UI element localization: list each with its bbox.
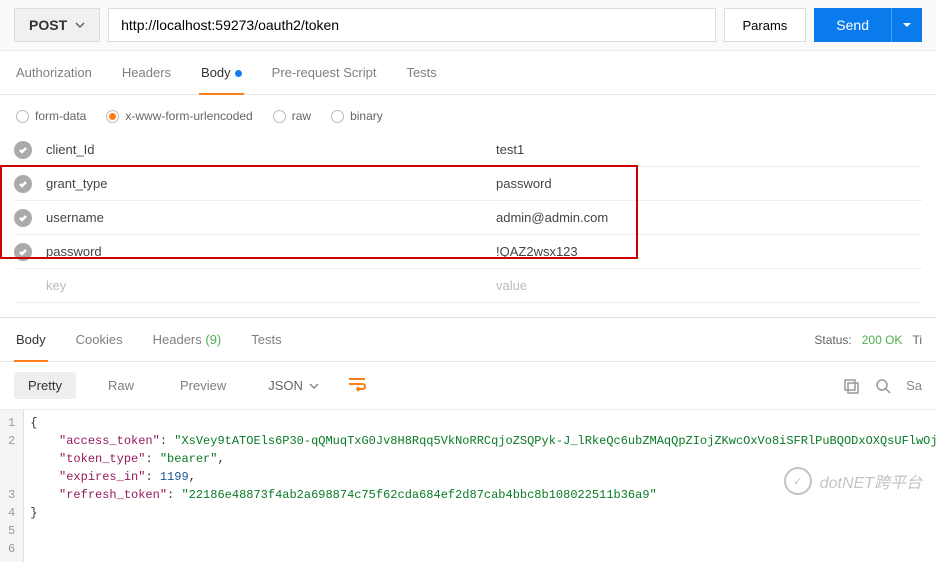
param-key[interactable]: client_Id bbox=[46, 140, 496, 159]
radio-raw[interactable]: raw bbox=[273, 109, 311, 123]
param-value[interactable]: test1 bbox=[496, 140, 922, 159]
table-row[interactable]: username admin@admin.com bbox=[14, 201, 922, 235]
param-value[interactable]: password bbox=[496, 174, 922, 193]
radio-form-data[interactable]: form-data bbox=[16, 109, 86, 123]
wrap-toggle[interactable] bbox=[347, 376, 367, 395]
param-key[interactable]: grant_type bbox=[46, 174, 496, 193]
params-button[interactable]: Params bbox=[724, 8, 807, 42]
copy-icon[interactable] bbox=[842, 377, 860, 395]
view-raw[interactable]: Raw bbox=[94, 372, 148, 399]
lang-select[interactable]: JSON bbox=[258, 372, 329, 399]
chevron-down-icon bbox=[75, 20, 85, 30]
method-select[interactable]: POST bbox=[14, 8, 100, 42]
method-label: POST bbox=[29, 17, 67, 33]
wechat-icon: ✓ bbox=[784, 467, 812, 495]
search-icon[interactable] bbox=[874, 377, 892, 395]
save-label[interactable]: Sa bbox=[906, 378, 922, 393]
params-table: client_Id test1 grant_type password user… bbox=[0, 133, 936, 303]
watermark: ✓ dotNET跨平台 bbox=[784, 467, 922, 495]
check-icon[interactable] bbox=[14, 175, 32, 193]
status-label: Status: bbox=[814, 333, 851, 347]
tab-headers[interactable]: Headers bbox=[120, 51, 173, 94]
response-tabs: Body Cookies Headers (9) Tests bbox=[14, 318, 814, 361]
resp-tab-cookies[interactable]: Cookies bbox=[74, 318, 125, 361]
param-key[interactable]: username bbox=[46, 208, 496, 227]
table-row[interactable]: grant_type password bbox=[14, 167, 922, 201]
radio-binary[interactable]: binary bbox=[331, 109, 383, 123]
request-tabs: Authorization Headers Body Pre-request S… bbox=[0, 51, 936, 95]
line-gutter: 123456 bbox=[0, 410, 24, 562]
param-value[interactable]: !QAZ2wsx123 bbox=[496, 242, 922, 261]
radio-urlencoded[interactable]: x-www-form-urlencoded bbox=[106, 109, 252, 123]
chevron-down-icon bbox=[902, 20, 912, 30]
tab-body[interactable]: Body bbox=[199, 51, 244, 94]
time-label: Ti bbox=[912, 333, 922, 347]
check-icon[interactable] bbox=[14, 209, 32, 227]
param-key-placeholder[interactable]: key bbox=[46, 276, 496, 295]
body-type-radios: form-data x-www-form-urlencoded raw bina… bbox=[0, 95, 936, 133]
status-code: 200 OK bbox=[862, 333, 903, 347]
resp-tab-headers[interactable]: Headers (9) bbox=[151, 318, 224, 361]
unsaved-dot-icon bbox=[235, 70, 242, 77]
param-value[interactable]: admin@admin.com bbox=[496, 208, 922, 227]
resp-tab-body[interactable]: Body bbox=[14, 318, 48, 361]
table-row-new[interactable]: key value bbox=[14, 269, 922, 303]
check-icon[interactable] bbox=[14, 141, 32, 159]
param-key[interactable]: password bbox=[46, 242, 496, 261]
view-preview[interactable]: Preview bbox=[166, 372, 240, 399]
status-area: Status: 200 OK Ti bbox=[814, 333, 922, 347]
send-dropdown-button[interactable] bbox=[891, 8, 922, 42]
resp-tab-tests[interactable]: Tests bbox=[249, 318, 283, 361]
check-icon[interactable] bbox=[14, 243, 32, 261]
table-row[interactable]: password !QAZ2wsx123 bbox=[14, 235, 922, 269]
url-input[interactable] bbox=[108, 8, 715, 42]
tab-authorization[interactable]: Authorization bbox=[14, 51, 94, 94]
view-pretty[interactable]: Pretty bbox=[14, 372, 76, 399]
tab-tests[interactable]: Tests bbox=[404, 51, 438, 94]
param-value-placeholder[interactable]: value bbox=[496, 276, 922, 295]
send-button[interactable]: Send bbox=[814, 8, 891, 42]
table-row[interactable]: client_Id test1 bbox=[14, 133, 922, 167]
chevron-down-icon bbox=[309, 381, 319, 391]
tab-prerequest[interactable]: Pre-request Script bbox=[270, 51, 379, 94]
